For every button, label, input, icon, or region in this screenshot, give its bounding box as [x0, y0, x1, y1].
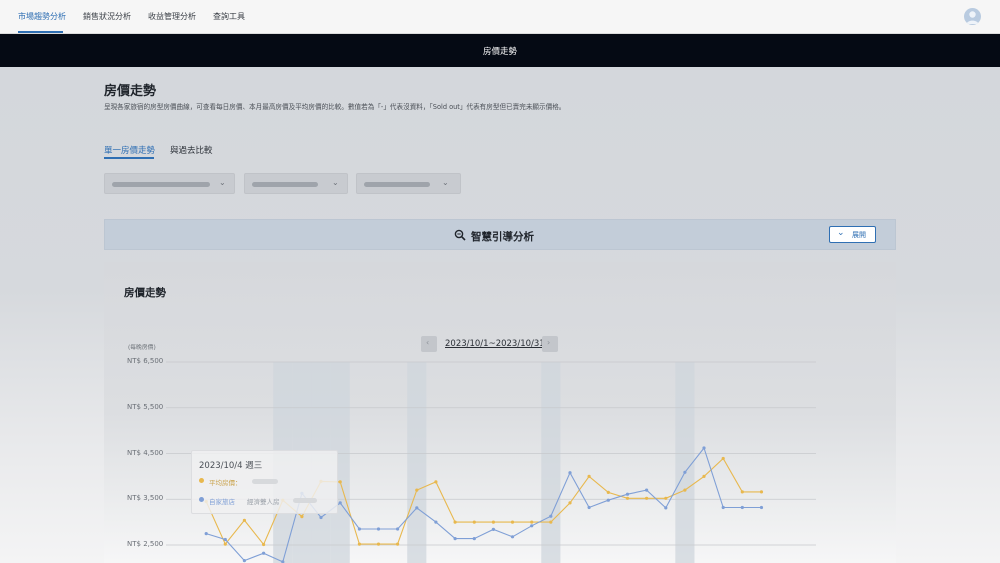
- data-point: [300, 515, 304, 519]
- data-point: [510, 520, 515, 524]
- data-point: [415, 488, 419, 492]
- highlight-day-column: [407, 362, 427, 563]
- data-point: [472, 537, 476, 541]
- chart-tooltip: 2023/10/4 週三 平均房價： 自家旅店 經濟雙人房: [191, 450, 338, 514]
- data-point: [683, 470, 687, 474]
- data-point: [453, 520, 457, 524]
- data-point: [223, 542, 227, 546]
- data-point: [740, 505, 744, 510]
- data-point: [549, 514, 553, 518]
- data-point: [242, 559, 246, 563]
- data-point: [721, 456, 725, 461]
- data-point: [338, 480, 342, 484]
- data-point: [645, 488, 649, 492]
- tooltip-value-skeleton: [252, 479, 278, 484]
- tooltip-value-skeleton: [293, 498, 317, 503]
- data-point: [664, 496, 668, 500]
- data-point: [262, 542, 266, 547]
- data-point: [319, 515, 323, 520]
- data-point: [530, 524, 534, 528]
- data-point: [530, 520, 534, 524]
- price-trend-chart: [166, 361, 816, 563]
- highlight-day-column: [675, 362, 695, 563]
- data-point: [664, 506, 668, 510]
- data-point: [549, 520, 553, 524]
- data-point: [721, 505, 725, 510]
- data-point: [587, 474, 591, 478]
- data-point: [587, 505, 591, 510]
- data-point: [683, 488, 687, 492]
- data-point: [453, 537, 457, 541]
- data-point: [204, 532, 208, 536]
- data-point: [242, 518, 246, 522]
- tooltip-own-dot: [199, 497, 204, 502]
- data-point: [223, 537, 227, 542]
- data-point: [396, 527, 400, 531]
- data-point: [434, 520, 438, 524]
- tooltip-date: 2023/10/4 週三: [199, 461, 263, 471]
- highlight-day-column: [541, 362, 561, 563]
- data-point: [376, 527, 381, 531]
- data-point: [262, 551, 266, 555]
- data-point: [759, 490, 764, 494]
- data-point: [568, 501, 572, 505]
- data-point: [702, 446, 706, 450]
- data-point: [645, 496, 649, 500]
- tooltip-own-label: 自家旅店: [209, 498, 235, 506]
- data-point: [357, 542, 361, 546]
- data-point: [740, 490, 744, 494]
- data-point: [510, 535, 515, 539]
- data-point: [491, 527, 495, 532]
- data-point: [472, 520, 476, 524]
- data-point: [568, 471, 572, 475]
- data-point: [606, 498, 610, 502]
- data-point: [606, 490, 610, 494]
- data-point: [625, 496, 630, 500]
- tooltip-room-label: 經濟雙人房: [247, 498, 280, 506]
- tooltip-avg-dot: [199, 478, 204, 483]
- data-point: [376, 542, 381, 546]
- data-point: [415, 506, 419, 510]
- data-point: [434, 480, 438, 484]
- data-point: [625, 492, 630, 496]
- data-point: [702, 474, 706, 478]
- data-point: [396, 542, 400, 546]
- data-point: [338, 501, 342, 505]
- data-point: [357, 527, 361, 531]
- data-point: [759, 505, 764, 510]
- tooltip-avg-label: 平均房價：: [209, 479, 242, 487]
- data-point: [491, 520, 495, 524]
